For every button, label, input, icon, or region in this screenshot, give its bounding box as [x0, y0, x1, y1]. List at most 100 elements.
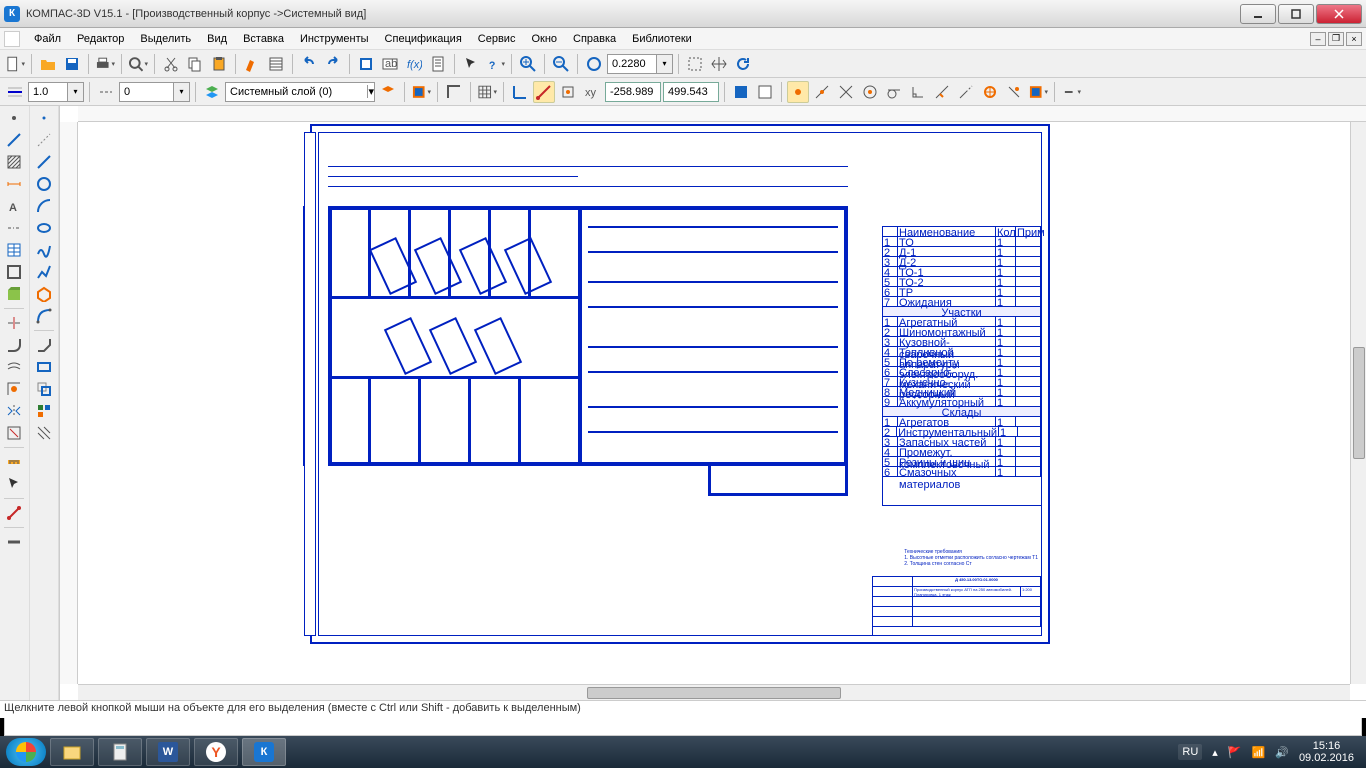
end-button[interactable]: ▾ — [1060, 81, 1082, 103]
maximize-button[interactable] — [1278, 4, 1314, 24]
mdi-restore-button[interactable]: ❐ — [1328, 32, 1344, 46]
cut-button[interactable] — [160, 53, 182, 75]
zoom-input[interactable] — [607, 54, 657, 74]
circle-tool[interactable] — [32, 174, 56, 194]
paste-button[interactable] — [208, 53, 230, 75]
axis-tool[interactable] — [2, 218, 26, 238]
menu-help[interactable]: Справка — [565, 31, 624, 47]
view-button-2[interactable] — [754, 81, 776, 103]
refresh-button[interactable] — [732, 53, 754, 75]
snap-intersect-button[interactable] — [835, 81, 857, 103]
dimension-tool[interactable] — [2, 174, 26, 194]
zoom-level-combo[interactable]: ▾ — [607, 54, 673, 74]
zoom-window-button[interactable] — [684, 53, 706, 75]
table-tool[interactable] — [2, 240, 26, 260]
snap-nearest-button[interactable] — [931, 81, 953, 103]
snap-midpoint-button[interactable] — [811, 81, 833, 103]
line-width-combo[interactable]: ▾ — [28, 82, 84, 102]
menu-editor[interactable]: Редактор — [69, 31, 132, 47]
new-button[interactable]: ▾ — [4, 53, 26, 75]
chamfer-tool[interactable] — [32, 335, 56, 355]
measure-tool[interactable] — [2, 452, 26, 472]
arc-tool[interactable] — [32, 196, 56, 216]
snap-toggle-button[interactable] — [557, 81, 579, 103]
tray-flag-icon[interactable]: 🚩 — [1228, 746, 1242, 759]
print-button[interactable]: ▾ — [94, 53, 116, 75]
hatch2-tool[interactable] — [32, 423, 56, 443]
offset-tool[interactable] — [32, 379, 56, 399]
polyline-tool[interactable] — [32, 262, 56, 282]
snap-tangent-button[interactable] — [883, 81, 905, 103]
undo-button[interactable] — [298, 53, 320, 75]
local-cs-button[interactable] — [509, 81, 531, 103]
layer-manager-button[interactable] — [377, 81, 399, 103]
line-width-input[interactable] — [28, 82, 68, 102]
language-indicator[interactable]: RU — [1178, 744, 1202, 760]
redo-button[interactable] — [322, 53, 344, 75]
menu-file[interactable]: Файл — [26, 31, 69, 47]
menu-select[interactable]: Выделить — [132, 31, 199, 47]
pan-button[interactable] — [708, 53, 730, 75]
line-tool[interactable] — [32, 152, 56, 172]
clock[interactable]: 15:16 09.02.2016 — [1299, 740, 1354, 764]
snap-origin-button[interactable] — [533, 81, 555, 103]
ortho-button[interactable] — [443, 81, 465, 103]
fragment-tool[interactable] — [2, 284, 26, 304]
menu-window[interactable]: Окно — [523, 31, 565, 47]
report-button[interactable] — [427, 53, 449, 75]
break-tool[interactable] — [2, 379, 26, 399]
segment-tool[interactable] — [2, 130, 26, 150]
zoom-in-button[interactable] — [517, 53, 539, 75]
hatch-tool[interactable] — [2, 152, 26, 172]
fillet-tool[interactable] — [2, 335, 26, 355]
grid-button[interactable]: ▾ — [476, 81, 498, 103]
tray-volume-icon[interactable]: 🔊 — [1275, 746, 1289, 759]
preview-button[interactable]: ▾ — [127, 53, 149, 75]
zoom-out-button[interactable] — [550, 53, 572, 75]
properties-button[interactable] — [265, 53, 287, 75]
variables-button[interactable]: ab — [379, 53, 401, 75]
close-button[interactable] — [1316, 4, 1362, 24]
collect-tool[interactable] — [32, 401, 56, 421]
copy-button[interactable] — [184, 53, 206, 75]
save-button[interactable] — [61, 53, 83, 75]
view-button-1[interactable] — [730, 81, 752, 103]
select-tool[interactable] — [2, 474, 26, 494]
layer-combo[interactable]: Системный слой (0) ▾ — [225, 82, 375, 102]
tray-network-icon[interactable]: 📶 — [1252, 746, 1266, 759]
menu-service[interactable]: Сервис — [470, 31, 524, 47]
bezier-tool[interactable] — [32, 306, 56, 326]
help-button[interactable]: ?▾ — [484, 53, 506, 75]
polygon-tool[interactable] — [32, 284, 56, 304]
point-tool[interactable] — [2, 108, 26, 128]
task-yandex[interactable]: Y — [194, 738, 238, 766]
menu-spec[interactable]: Спецификация — [377, 31, 470, 47]
horizontal-scrollbar[interactable] — [78, 684, 1350, 700]
zoom-fit-button[interactable] — [583, 53, 605, 75]
canvas-area[interactable]: НаименованиеКолПрим 1ТО1 2Д-11 3Д-21 4ТО… — [60, 106, 1366, 700]
geom-point-tool[interactable] — [32, 108, 56, 128]
coord-x-input[interactable] — [605, 82, 661, 102]
menu-insert[interactable]: Вставка — [235, 31, 292, 47]
task-word[interactable]: W — [146, 738, 190, 766]
menu-tools[interactable]: Инструменты — [292, 31, 377, 47]
start-button[interactable] — [6, 738, 46, 766]
menu-view[interactable]: Вид — [199, 31, 235, 47]
minimize-button[interactable] — [1240, 4, 1276, 24]
task-explorer[interactable] — [50, 738, 94, 766]
line-style-combo[interactable]: ▾ — [119, 82, 190, 102]
line-style-button[interactable] — [4, 81, 26, 103]
drawing-sheet[interactable]: НаименованиеКолПрим 1ТО1 2Д-11 3Д-21 4ТО… — [310, 124, 1050, 644]
vertical-scrollbar[interactable] — [1350, 122, 1366, 684]
snap-endpoint-button[interactable] — [787, 81, 809, 103]
line-style-input[interactable] — [119, 82, 174, 102]
mdi-close-button[interactable]: × — [1346, 32, 1362, 46]
rectangle-tool[interactable] — [32, 357, 56, 377]
style-draw-button[interactable]: ▾ — [410, 81, 432, 103]
library-manager-button[interactable] — [355, 53, 377, 75]
aux-line-tool[interactable] — [32, 130, 56, 150]
ellipse-tool[interactable] — [32, 218, 56, 238]
snap-parallel-button[interactable] — [1003, 81, 1025, 103]
equidistant-tool[interactable] — [2, 357, 26, 377]
format-painter-icon[interactable] — [241, 53, 263, 75]
